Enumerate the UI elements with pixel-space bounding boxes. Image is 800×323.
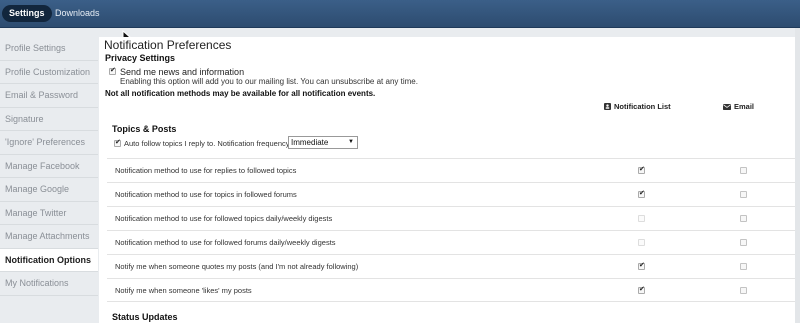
row-label: Notification method to use for topics in… (115, 190, 297, 199)
page-title: Notification Preferences (104, 38, 232, 52)
row-label: Notification method to use for followed … (115, 214, 333, 223)
auto-follow-label: Auto follow topics I reply to. Notificat… (124, 139, 292, 148)
newsletter-label: Send me news and information (120, 67, 245, 77)
sidebar-item-ignore-preferences[interactable]: 'Ignore' Preferences (0, 131, 98, 155)
email-checkbox[interactable] (740, 239, 747, 246)
sidebar-item-manage-attachments[interactable]: Manage Attachments (0, 225, 98, 249)
notification-preferences-panel: Notification Preferences Privacy Setting… (99, 37, 795, 323)
user-list-icon (604, 103, 611, 110)
email-checkbox[interactable] (740, 287, 747, 294)
email-checkbox[interactable] (740, 167, 747, 174)
table-row: Notification method to use for followed … (107, 206, 795, 230)
notification-frequency-value: Immediate (291, 138, 329, 147)
column-label-notification-list: Notification List (614, 102, 671, 111)
notification-list-checkbox (638, 239, 645, 246)
column-header-email: Email (723, 102, 754, 111)
top-navigation-bar: Settings Downloads (0, 0, 800, 28)
sidebar-item-profile-customization[interactable]: Profile Customization (0, 61, 98, 84)
settings-sidebar: Profile Settings Profile Customization E… (0, 37, 98, 296)
chevron-down-icon: ▼ (348, 139, 354, 145)
privacy-settings-heading: Privacy Settings (105, 53, 176, 63)
notification-list-checkbox[interactable] (638, 285, 645, 294)
sidebar-item-signature[interactable]: Signature (0, 108, 98, 131)
sidebar-item-manage-twitter[interactable]: Manage Twitter (0, 202, 98, 225)
newsletter-help-text: Enabling this option will add you to our… (120, 77, 418, 86)
row-label: Notify me when someone 'likes' my posts (115, 286, 252, 295)
column-header-notification-list: Notification List (604, 102, 671, 111)
table-row: Notification method to use for topics in… (107, 182, 795, 206)
sidebar-item-email-password[interactable]: Email & Password (0, 84, 98, 108)
notification-list-checkbox (638, 215, 645, 222)
email-checkbox[interactable] (740, 263, 747, 270)
newsletter-checkbox[interactable] (109, 66, 116, 75)
tab-settings[interactable]: Settings (2, 5, 52, 22)
sidebar-item-manage-facebook[interactable]: Manage Facebook (0, 155, 98, 178)
table-row: Notify me when someone 'likes' my posts (107, 278, 795, 302)
email-checkbox[interactable] (740, 191, 747, 198)
column-label-email: Email (734, 102, 755, 111)
row-label: Notify me when someone quotes my posts (… (115, 262, 359, 271)
notification-list-checkbox[interactable] (638, 261, 645, 270)
envelope-icon (723, 104, 731, 110)
sidebar-item-notification-options[interactable]: Notification Options (0, 248, 98, 272)
page-scrollbar[interactable] (795, 28, 800, 323)
row-label: Notification method to use for replies t… (115, 166, 297, 175)
table-row: Notification method to use for followed … (107, 230, 795, 254)
notification-list-checkbox[interactable] (638, 165, 645, 174)
row-label: Notification method to use for followed … (115, 238, 336, 247)
topics-posts-heading: Topics & Posts (112, 124, 177, 134)
table-row: Notification method to use for replies t… (107, 158, 795, 182)
methods-availability-note: Not all notification methods may be avai… (105, 89, 376, 98)
tab-downloads[interactable]: Downloads (48, 5, 107, 22)
auto-follow-checkbox[interactable] (114, 138, 121, 147)
sidebar-item-my-notifications[interactable]: My Notifications (0, 272, 98, 296)
sidebar-item-manage-google[interactable]: Manage Google (0, 178, 98, 202)
status-updates-heading: Status Updates (112, 312, 178, 322)
table-row: Notify me when someone quotes my posts (… (107, 254, 795, 278)
notification-frequency-select[interactable]: Immediate ▼ (288, 136, 358, 149)
sidebar-item-profile-settings[interactable]: Profile Settings (0, 37, 98, 61)
notification-list-checkbox[interactable] (638, 189, 645, 198)
email-checkbox[interactable] (740, 215, 747, 222)
